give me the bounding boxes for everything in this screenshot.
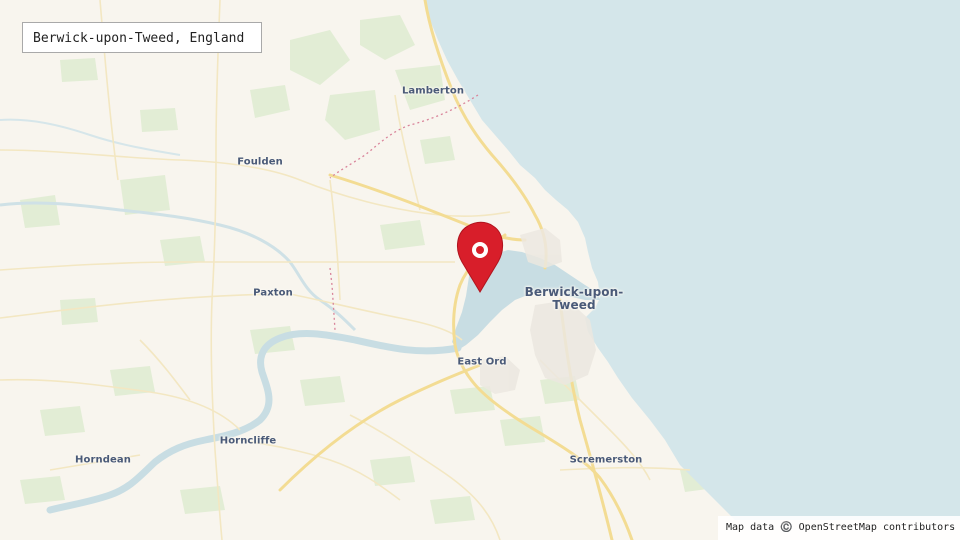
place-label-berwick: Berwick-upon- Tweed — [525, 286, 624, 312]
map-title: Berwick-upon-Tweed, England — [22, 22, 262, 53]
place-label-scremerston: Scremerston — [569, 454, 643, 466]
map-canvas[interactable] — [0, 0, 960, 540]
place-label-paxton: Paxton — [253, 287, 293, 299]
place-label-east-ord: East Ord — [457, 356, 507, 368]
place-label-lamberton: Lamberton — [401, 85, 465, 97]
place-label-berwick-line2: Tweed — [552, 298, 596, 312]
map-attribution[interactable]: Map data ©️ OpenStreetMap contributors — [718, 516, 960, 540]
place-label-horndean: Horndean — [75, 454, 131, 466]
place-label-foulden: Foulden — [237, 156, 283, 168]
place-label-horncliffe: Horncliffe — [219, 435, 277, 447]
map-pin-center — [476, 246, 484, 254]
